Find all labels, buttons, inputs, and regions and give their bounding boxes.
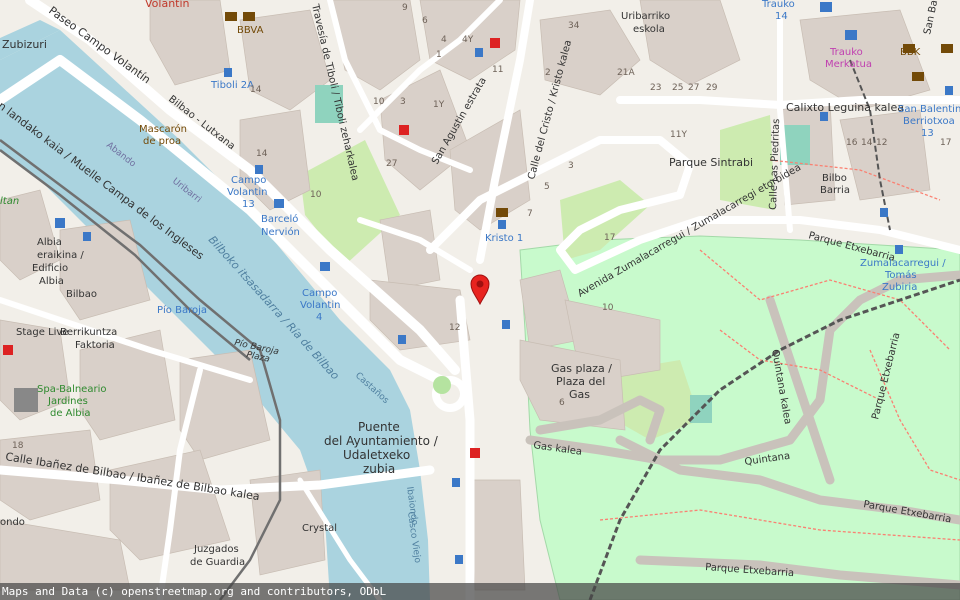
label-trauko-merkatua-1: Trauko	[829, 47, 863, 58]
svg-text:11: 11	[492, 65, 503, 75]
svg-text:14: 14	[256, 149, 268, 159]
label-gas-plaza-1: Gas plaza /	[551, 362, 612, 375]
label-zubizuri: Zubizuri	[2, 38, 47, 51]
label-parque-sintrabi: Parque Sintrabi	[669, 156, 753, 169]
label-crystal: Crystal	[302, 523, 337, 534]
label-puente-4: zubia	[363, 462, 395, 476]
svg-text:17: 17	[604, 233, 615, 243]
label-zumala-1: Zumalacarregui /	[860, 258, 946, 269]
label-campo-13-2: Volantin	[227, 187, 267, 198]
label-bilbo-barria-2: Barria	[820, 185, 850, 196]
svg-text:1: 1	[436, 50, 442, 60]
label-trauko-merkatua-2: Merkatua	[825, 59, 872, 70]
svg-text:12: 12	[449, 323, 460, 333]
label-zumala-2: Tomás	[884, 269, 917, 281]
svg-text:18: 18	[12, 441, 24, 451]
svg-text:9: 9	[402, 3, 408, 13]
svg-text:10: 10	[373, 97, 385, 107]
svg-text:4Y: 4Y	[462, 35, 474, 45]
label-barcelo-2: Nervión	[261, 226, 300, 238]
label-gas-plaza-3: Gas	[569, 388, 590, 401]
label-puente-2: del Ayuntamiento /	[324, 434, 439, 448]
svg-text:6: 6	[559, 398, 565, 408]
svg-text:4: 4	[441, 35, 447, 45]
svg-text:3: 3	[568, 161, 574, 171]
label-campo-4-1: Campo	[302, 288, 337, 299]
label-campo-4-3: 4	[316, 312, 322, 323]
svg-text:34: 34	[568, 21, 580, 31]
label-mascaron-2: de proa	[143, 136, 181, 147]
svg-text:11Y: 11Y	[670, 130, 687, 140]
svg-text:16: 16	[846, 138, 858, 148]
label-kristo-1: Kristo 1	[485, 233, 523, 244]
svg-text:10: 10	[310, 190, 322, 200]
label-albia-1: Albia	[37, 237, 62, 248]
label-gas-plaza-2: Plaza del	[556, 375, 605, 388]
label-trauko-14: 14	[775, 11, 788, 22]
svg-text:29: 29	[706, 83, 718, 93]
svg-text:2: 2	[545, 68, 551, 78]
label-san-balentin-1: San Balentin	[898, 104, 960, 115]
label-albia-4: Albia	[39, 276, 64, 287]
label-bilbao-berri-2: Berrikuntza	[60, 327, 117, 338]
label-bilbo-barria-1: Bilbo	[822, 173, 847, 184]
svg-text:12: 12	[876, 138, 887, 148]
label-campo-13-1: Campo	[231, 175, 266, 186]
map-viewport[interactable]: Volantín BBVA Zubizuri Paseo Campo Volan…	[0, 0, 960, 600]
label-spa-1: Spa-Balneario	[37, 384, 106, 395]
label-ondo: ondo	[0, 517, 25, 528]
svg-text:1Y: 1Y	[433, 100, 445, 110]
svg-text:3: 3	[400, 97, 406, 107]
label-calixto: Calixto Leguina kalea	[786, 101, 904, 114]
label-juzgados-1: Juzgados	[193, 544, 239, 555]
svg-text:14: 14	[861, 138, 873, 148]
label-bbva: BBVA	[237, 25, 264, 36]
svg-text:10: 10	[602, 303, 614, 313]
label-san-balentin-2: Berriotxoa	[903, 116, 955, 127]
attribution-bar: Maps and Data (c) openstreetmap.org and …	[0, 583, 960, 600]
label-eskola: eskola	[633, 24, 665, 35]
label-trauko: Trauko	[761, 0, 795, 10]
label-zumala-3: Zubiria	[882, 282, 917, 293]
label-albia-3: Edificio	[32, 263, 68, 274]
label-bilbao-berri-3: Faktoria	[75, 340, 115, 351]
label-bbk: BBK	[900, 47, 921, 58]
label-uribarriko: Uribarriko	[621, 11, 670, 22]
label-barcelo-1: Barceló	[261, 213, 298, 225]
svg-text:27: 27	[386, 159, 397, 169]
svg-text:14: 14	[250, 85, 262, 95]
svg-text:6: 6	[422, 16, 428, 26]
label-juzgados-2: de Guardia	[190, 557, 245, 568]
svg-text:27: 27	[688, 83, 699, 93]
label-volantin: Volantín	[145, 0, 190, 10]
svg-text:7: 7	[527, 209, 533, 219]
svg-text:25: 25	[672, 83, 683, 93]
label-tiboli-2a: Tiboli 2A	[210, 80, 254, 91]
label-spa-2: Jardines	[47, 396, 88, 407]
svg-text:5: 5	[544, 182, 550, 192]
label-campo-4-2: Volantin	[300, 300, 340, 311]
svg-text:17: 17	[940, 138, 951, 148]
label-stage-live: Stage Live	[16, 327, 69, 338]
label-pio-baroja: Pío Baroja	[157, 304, 207, 316]
label-san-balentin-3: 13	[921, 128, 934, 139]
label-puente-3: Udaletxeko	[343, 448, 410, 462]
label-bilbao-berri-1: Bilbao	[66, 289, 97, 300]
map-canvas[interactable]: Volantín BBVA Zubizuri Paseo Campo Volan…	[0, 0, 960, 600]
label-albia-2: eraikina /	[37, 250, 84, 261]
svg-text:21A: 21A	[617, 68, 635, 78]
label-mascaron-1: Mascarón	[139, 123, 187, 135]
label-spa-3: de Albia	[50, 408, 91, 419]
label-campo-13-3: 13	[242, 199, 255, 210]
svg-text:23: 23	[650, 83, 661, 93]
label-puente-1: Puente	[358, 420, 400, 434]
label-italian: ltan	[0, 196, 19, 207]
